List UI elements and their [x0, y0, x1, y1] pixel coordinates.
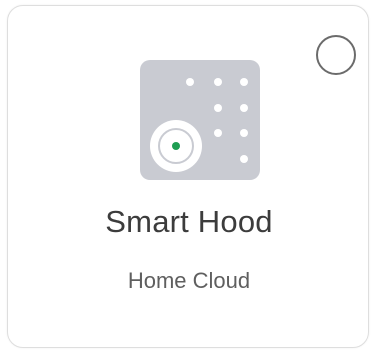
device-title: Smart Hood [105, 204, 273, 239]
select-radio-button[interactable] [316, 35, 356, 75]
device-card[interactable]: Smart Hood Home Cloud [7, 5, 369, 348]
smart-hood-icon [140, 60, 260, 180]
device-subtitle: Home Cloud [127, 268, 251, 293]
